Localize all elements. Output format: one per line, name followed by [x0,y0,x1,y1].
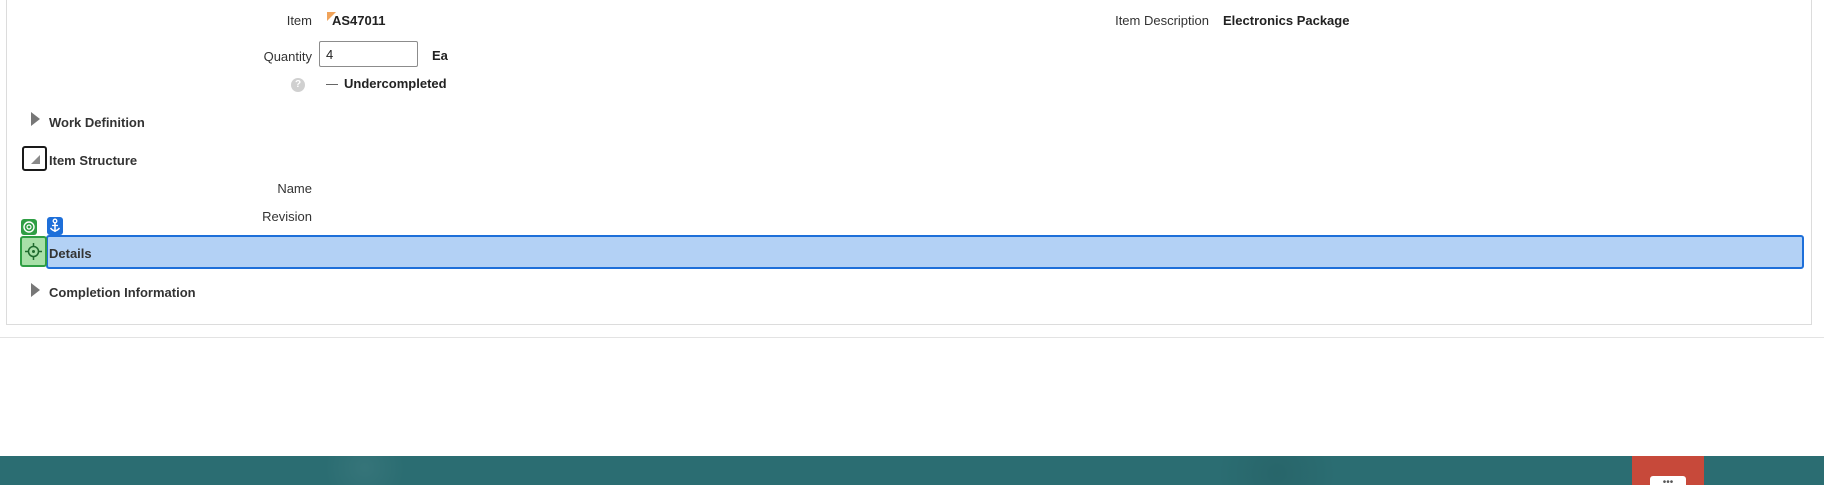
footer-bar [0,456,1824,485]
section-work-definition[interactable]: Work Definition [49,115,145,130]
item-value: AS47011 [332,13,386,28]
details-row-highlight[interactable] [46,235,1804,269]
structure-revision-label: Revision [262,209,312,224]
expand-completion-information-icon[interactable] [31,283,40,297]
item-label: Item [286,13,312,28]
collapse-item-structure-toggle[interactable] [22,146,47,171]
quantity-uom: Ea [432,48,448,63]
expand-work-definition-icon[interactable] [31,112,40,126]
item-description-value: Electronics Package [1223,13,1350,28]
anchor-icon-svg [49,218,61,232]
section-details[interactable]: Details [49,246,92,261]
crosshair-icon-svg [25,243,42,260]
panel-divider [0,337,1824,338]
help-icon[interactable]: ? [291,78,305,92]
target-icon-svg [23,221,35,233]
collapse-triangle-icon [31,155,40,164]
crosshair-icon[interactable] [20,236,47,267]
anchor-icon[interactable] [47,217,63,235]
target-icon[interactable] [21,219,37,235]
footer-chip[interactable]: ••• [1650,476,1686,490]
structure-name-label: Name [277,181,312,196]
item-description-label: Item Description [1115,13,1209,28]
status-value: Undercompleted [344,76,447,91]
section-completion-information[interactable]: Completion Information [49,285,196,300]
quantity-label: Quantity [263,49,312,64]
status-dash [326,84,338,85]
quantity-input[interactable] [319,41,418,67]
section-item-structure[interactable]: Item Structure [49,153,137,168]
section-item-structure-label: Item Structure [49,153,138,168]
